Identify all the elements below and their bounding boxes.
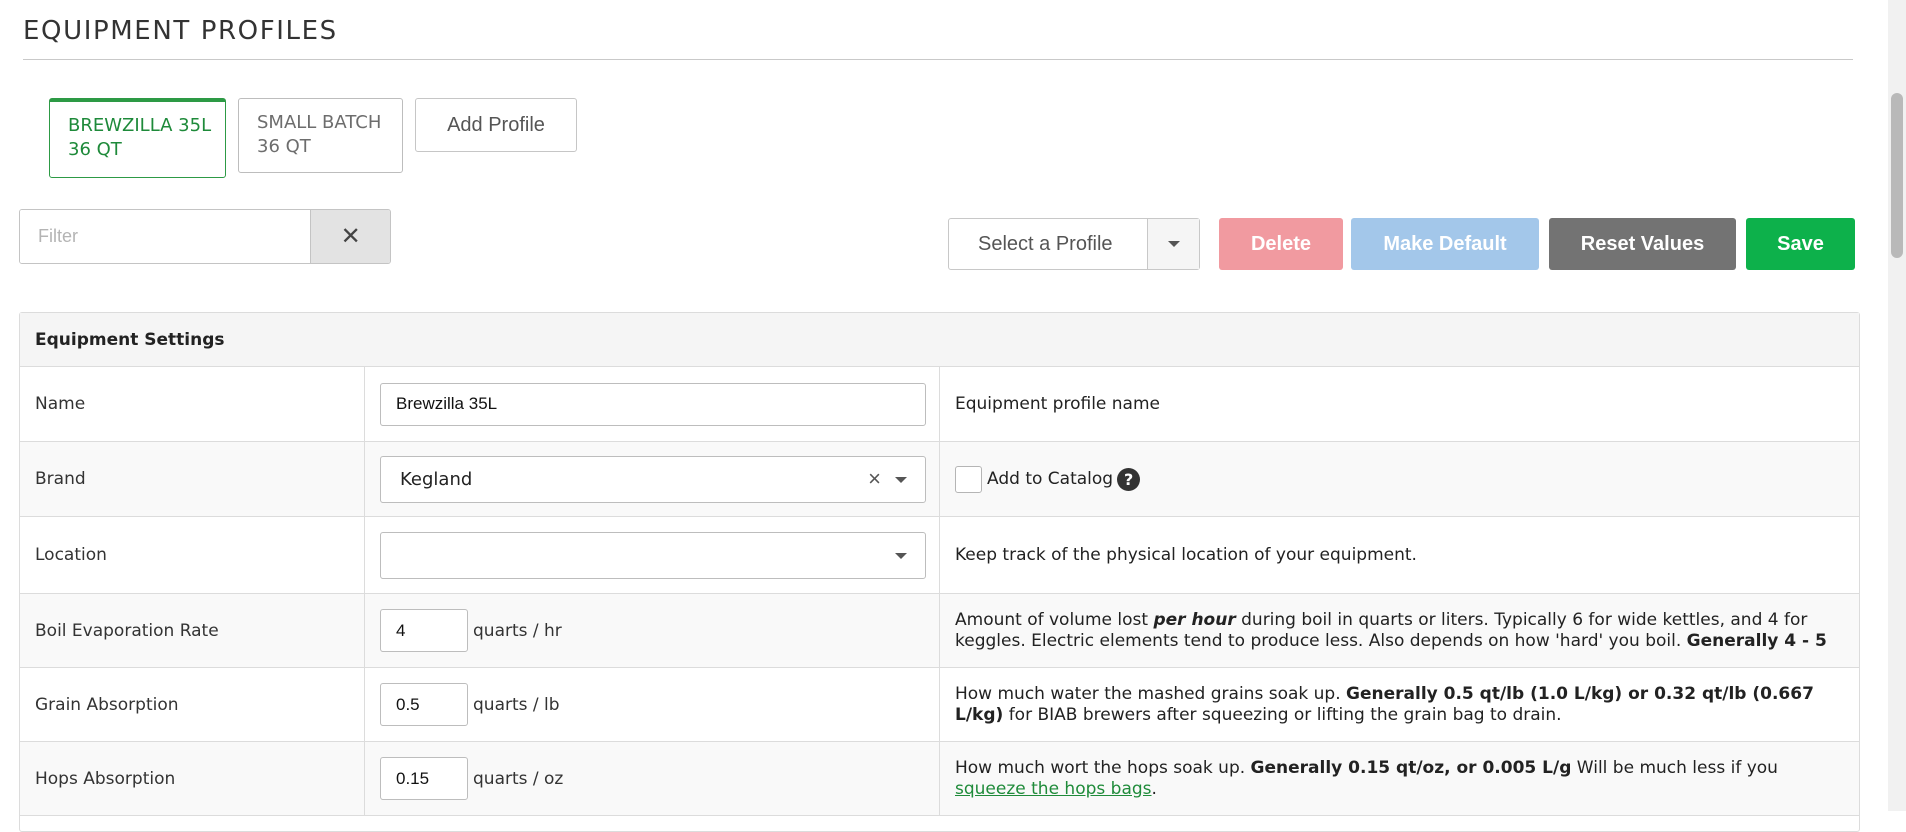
setting-row-brand: Brand Kegland × Add to Catalog ?: [20, 442, 1859, 517]
setting-control: Kegland ×: [365, 442, 940, 516]
setting-label: Hops Absorption: [20, 742, 365, 815]
location-description: Keep track of the physical location of y…: [955, 544, 1417, 565]
setting-description: Amount of volume lost per hour during bo…: [940, 594, 1859, 667]
profile-tab-title: BREWZILLA 35L: [68, 115, 212, 136]
setting-label: Brand: [20, 442, 365, 516]
setting-description: Equipment profile name: [940, 367, 1859, 441]
setting-control: quarts / lb: [365, 668, 940, 741]
setting-description: How much water the mashed grains soak up…: [940, 668, 1859, 741]
setting-control: quarts / hr: [365, 594, 940, 667]
setting-row-location: Location Keep track of the physical loca…: [20, 517, 1859, 594]
equipment-settings-panel: Equipment Settings Name Equipment profil…: [19, 312, 1860, 832]
profile-tab-subtitle: 36 QT: [257, 136, 311, 157]
setting-row-name: Name Equipment profile name: [20, 367, 1859, 442]
hops-absorption-input[interactable]: [380, 757, 468, 800]
setting-row-grain-absorption: Grain Absorption quarts / lb How much wa…: [20, 668, 1859, 742]
grain-absorption-description: How much water the mashed grains soak up…: [955, 683, 1814, 725]
close-icon: ✕: [340, 223, 361, 250]
filter-clear-button[interactable]: ✕: [310, 210, 390, 263]
add-to-catalog-checkbox[interactable]: [955, 465, 982, 493]
unit-label: quarts / hr: [473, 620, 562, 641]
setting-control: [365, 517, 940, 593]
setting-row-boil-evaporation: Boil Evaporation Rate quarts / hr Amount…: [20, 594, 1859, 668]
save-button[interactable]: Save: [1746, 218, 1855, 270]
add-profile-button[interactable]: Add Profile: [415, 98, 577, 152]
brand-value: Kegland: [400, 468, 473, 490]
profile-tab-title: SMALL BATCH: [257, 112, 382, 133]
profile-tab-subtitle: 36 QT: [68, 139, 122, 160]
location-select[interactable]: [380, 531, 926, 579]
brand-select[interactable]: Kegland ×: [380, 455, 926, 503]
setting-label: Boil Evaporation Rate: [20, 594, 365, 667]
make-default-button[interactable]: Make Default: [1351, 218, 1539, 270]
select-profile-label: Select a Profile: [978, 232, 1113, 255]
select-profile-dropdown[interactable]: Select a Profile: [948, 218, 1200, 270]
setting-label: Grain Absorption: [20, 668, 365, 741]
profile-tab-small-batch[interactable]: SMALL BATCH 36 QT: [238, 98, 403, 173]
select-profile-toggle[interactable]: [1147, 219, 1199, 269]
help-icon[interactable]: ?: [1117, 467, 1141, 491]
hops-absorption-description: How much wort the hops soak up. Generall…: [955, 757, 1778, 799]
boil-evaporation-description: Amount of volume lost per hour during bo…: [955, 609, 1827, 651]
filter-input[interactable]: [20, 210, 311, 263]
delete-button[interactable]: Delete: [1219, 218, 1343, 270]
unit-label: quarts / oz: [473, 768, 564, 789]
chevron-down-icon: [1167, 241, 1180, 247]
add-to-catalog-label: Add to Catalog: [987, 468, 1114, 489]
chevron-down-icon[interactable]: [895, 552, 907, 559]
setting-description: Add to Catalog ?: [940, 442, 1859, 516]
setting-control: [365, 367, 940, 441]
filter-group: ✕: [19, 209, 391, 264]
page-title: EQUIPMENT PROFILES: [23, 16, 338, 46]
title-divider: [23, 59, 1853, 60]
clear-icon[interactable]: ×: [868, 466, 881, 492]
setting-row-hops-absorption: Hops Absorption quarts / oz How much wor…: [20, 742, 1859, 816]
squeeze-hops-link[interactable]: squeeze the hops bags: [955, 779, 1152, 799]
grain-absorption-input[interactable]: [380, 683, 468, 726]
setting-label: Location: [20, 517, 365, 593]
profile-tab-brewzilla[interactable]: BREWZILLA 35L 36 QT: [49, 98, 226, 178]
setting-description: How much wort the hops soak up. Generall…: [940, 742, 1859, 815]
name-input[interactable]: [380, 382, 926, 426]
boil-evaporation-input[interactable]: [380, 609, 468, 652]
panel-header: Equipment Settings: [20, 313, 1859, 367]
setting-label: Name: [20, 367, 365, 441]
setting-description: Keep track of the physical location of y…: [940, 517, 1859, 593]
reset-values-button[interactable]: Reset Values: [1549, 218, 1736, 270]
chevron-down-icon[interactable]: [895, 476, 907, 483]
name-description: Equipment profile name: [955, 393, 1160, 414]
scrollbar-thumb[interactable]: [1891, 93, 1903, 258]
unit-label: quarts / lb: [473, 694, 560, 715]
setting-control: quarts / oz: [365, 742, 940, 815]
